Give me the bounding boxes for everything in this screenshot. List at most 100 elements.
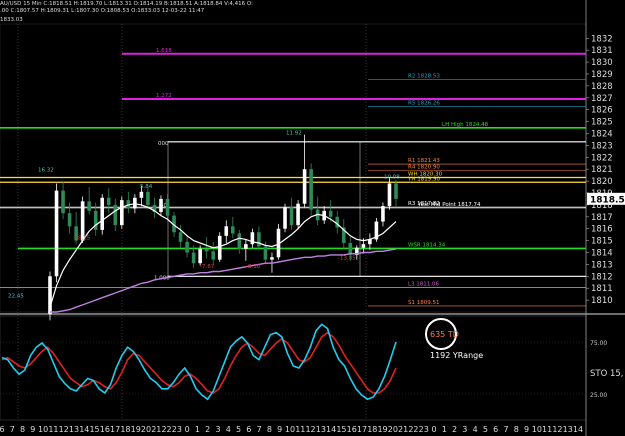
candle-body <box>230 226 235 234</box>
time-tick-label: 9 <box>30 425 35 434</box>
candle-body <box>120 200 124 226</box>
candle-body <box>165 198 170 216</box>
time-tick-label: 13 <box>563 425 573 434</box>
price-tick-label: 1829 <box>591 70 613 80</box>
level-label: R4 1820.90 <box>408 164 440 170</box>
time-tick-label: 18 <box>120 425 130 434</box>
time-tick-label: 21 <box>398 425 408 434</box>
level-label: S1 1809.51 <box>408 300 439 306</box>
time-tick-label: 10 <box>532 425 542 434</box>
time-tick-label: 6 <box>493 425 498 434</box>
time-tick-label: 18 <box>367 425 377 434</box>
oscillator-label: STO 15, <box>590 369 624 379</box>
price-tick-label: 1821 <box>591 165 613 175</box>
time-tick-label: 4 <box>226 425 231 434</box>
osc-tick-label: 25.00 <box>590 392 607 399</box>
candle-body <box>387 183 392 207</box>
candle-body <box>361 244 366 248</box>
time-tick-label: 11 <box>542 425 552 434</box>
time-tick-label: 8 <box>20 425 25 434</box>
time-tick-label: 2 <box>452 425 457 434</box>
price-tick-label: 1827 <box>591 94 613 104</box>
time-tick-label: 7 <box>503 425 508 434</box>
price-tick-label: 1813 <box>591 260 613 270</box>
time-tick-label: 7 <box>257 425 262 434</box>
candle-body <box>106 197 111 205</box>
time-tick-label: 14 <box>326 425 336 434</box>
candle-body <box>244 244 248 249</box>
time-tick-label: 11 <box>48 425 58 434</box>
level-label: R2 1828.53 <box>408 74 440 80</box>
candle-body <box>67 213 72 227</box>
time-tick-label: 8 <box>514 425 519 434</box>
time-tick-label: 19 <box>131 425 141 434</box>
time-tick-label: 1 <box>442 425 447 434</box>
oscillator-panel-frame <box>0 315 587 421</box>
price-tick-label: 1830 <box>591 58 613 68</box>
candle-body <box>289 207 294 226</box>
price-tick-label: 1824 <box>591 129 613 139</box>
price-tick-label: 1820 <box>591 177 613 187</box>
td-annotation: 635 TD <box>430 330 459 339</box>
time-tick-label: 16 <box>100 425 110 434</box>
time-tick-label: 17 <box>110 425 120 434</box>
candle-body <box>296 203 300 226</box>
candle-body <box>146 191 150 205</box>
price-tick-label: 1831 <box>591 46 613 56</box>
price-tick-label: 1822 <box>591 153 613 163</box>
price-tick-label: 1826 <box>591 106 613 116</box>
time-tick-label: 15 <box>89 425 99 434</box>
swing-label: 11.92 <box>286 131 302 137</box>
price-tick-label: 1812 <box>591 272 613 282</box>
time-tick-label: 16 <box>347 425 357 434</box>
time-tick-label: 3 <box>462 425 467 434</box>
time-tick-label: 23 <box>172 425 182 434</box>
level-label: Yest Mid Point 1817.74 <box>417 202 481 208</box>
time-tick-label: 12 <box>552 425 562 434</box>
price-panel-frame <box>0 23 587 313</box>
candle-body <box>198 248 202 264</box>
price-tick-label: 1815 <box>591 237 613 247</box>
level-label: YH 1819.90 <box>407 176 440 182</box>
level-label: LH High 1824.48 <box>442 122 489 128</box>
swing-label: 10.08 <box>384 175 400 181</box>
time-tick-label: 10 <box>38 425 48 434</box>
time-tick-label: 5 <box>236 425 241 434</box>
time-tick-label: 5 <box>483 425 488 434</box>
candle-body <box>237 233 242 249</box>
candle-body <box>335 216 340 228</box>
time-tick-label: 2 <box>205 425 210 434</box>
time-tick-label: 22 <box>408 425 418 434</box>
time-tick-label: 20 <box>388 425 398 434</box>
candle-body <box>211 251 216 260</box>
trading-chart[interactable]: 1810181118121813181418151816181718181819… <box>0 0 625 436</box>
price-tick-label: 1810 <box>591 296 613 306</box>
last-price-label: 1818.51 <box>590 195 625 205</box>
candle-body <box>61 190 65 214</box>
candle-body <box>113 204 118 226</box>
candle-body <box>178 232 183 242</box>
candle-body <box>302 169 307 204</box>
time-tick-label: 3 <box>215 425 220 434</box>
time-tick-label: 0 <box>431 425 436 434</box>
candle-body <box>217 235 222 260</box>
time-tick-label: 17 <box>357 425 367 434</box>
candle-body <box>48 276 52 315</box>
candle-body <box>54 190 59 277</box>
fib-level-label: 1.618 <box>156 48 172 54</box>
candle-body <box>87 201 91 211</box>
level-label: L3 1811.06 <box>408 281 440 287</box>
price-tick-label: 1823 <box>591 141 613 151</box>
fib-box-top-label: 000 <box>158 141 169 147</box>
candle-body <box>185 241 189 253</box>
price-tick-label: 1817 <box>591 213 613 223</box>
time-tick-label: 14 <box>573 425 583 434</box>
time-tick-label: 8 <box>267 425 272 434</box>
time-tick-label: 12 <box>59 425 69 434</box>
price-tick-label: 1816 <box>591 225 613 235</box>
time-tick-label: 21 <box>151 425 161 434</box>
candle-body <box>270 257 274 260</box>
time-tick-label: 10 <box>285 425 295 434</box>
candle-body <box>309 169 313 210</box>
time-tick-label: 19 <box>377 425 387 434</box>
